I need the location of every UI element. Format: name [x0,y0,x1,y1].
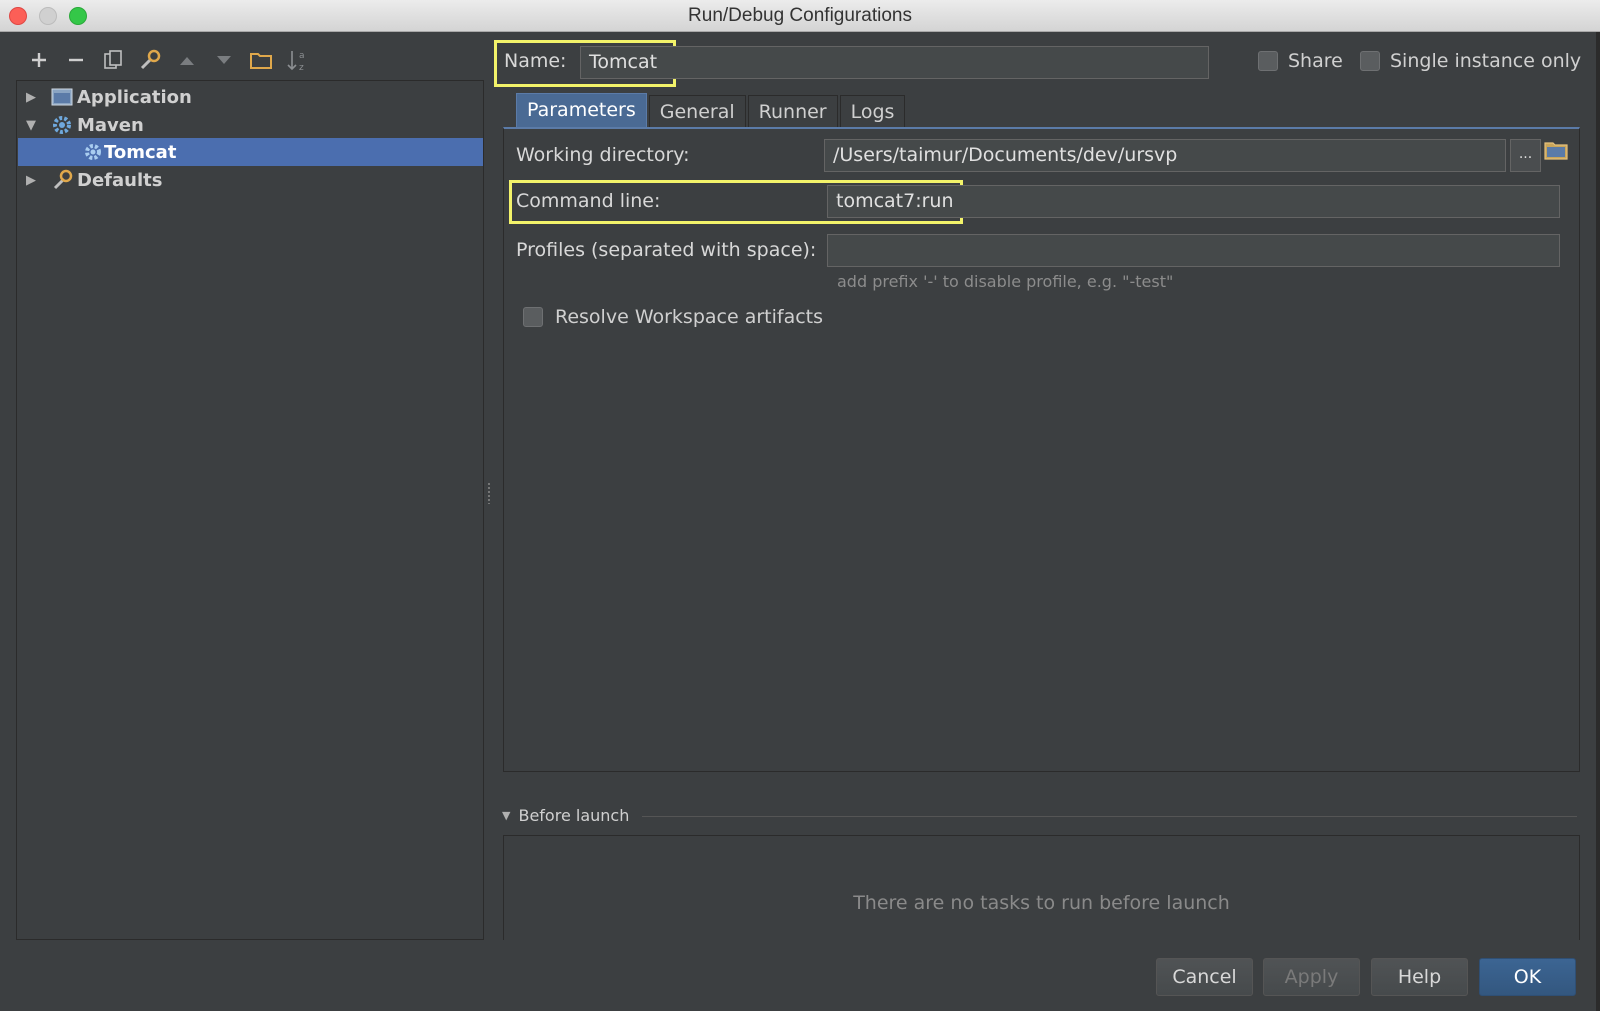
tab-logs[interactable]: Logs [839,95,906,127]
tree-item-label: Tomcat [104,141,177,163]
working-directory-label: Working directory: [516,144,690,166]
defaults-wrench-icon [51,169,73,191]
command-line-input[interactable]: tomcat7:run [827,185,1560,218]
tree-item-label: Maven [77,114,144,136]
share-checkbox[interactable]: Share [1258,50,1343,72]
config-toolbar: az [20,44,316,76]
collapse-arrow-icon[interactable]: ▼ [21,118,41,133]
profiles-label: Profiles (separated with space): [516,239,817,261]
tree-item-defaults[interactable]: ▶ Defaults [17,166,483,194]
window-title: Run/Debug Configurations [688,5,912,26]
tree-item-maven[interactable]: ▼ Maven [17,111,483,139]
move-up-icon[interactable] [168,44,205,76]
remove-icon[interactable] [57,44,94,76]
configuration-tree: ▶ Application ▼ Maven Tomcat ▶ Defaults [16,80,484,940]
help-button[interactable]: Help [1371,958,1468,996]
command-line-label: Command line: [516,190,661,212]
before-launch-label: Before launch [518,806,630,825]
expand-arrow-icon[interactable]: ▶ [21,173,41,188]
before-launch-divider [642,816,1577,817]
config-tabs: Parameters General Runner Logs [516,93,907,127]
profiles-input[interactable] [827,234,1560,267]
edit-defaults-icon[interactable] [131,44,168,76]
tree-item-tomcat[interactable]: Tomcat [18,138,483,166]
single-instance-checkbox-box[interactable] [1360,51,1380,71]
single-instance-checkbox[interactable]: Single instance only [1360,50,1581,72]
resolve-workspace-label: Resolve Workspace artifacts [555,306,824,328]
folder-icon[interactable] [242,44,279,76]
tree-item-application[interactable]: ▶ Application [17,83,483,111]
maven-gear-icon [51,114,73,136]
profiles-hint: add prefix '-' to disable profile, e.g. … [837,272,1174,291]
splitter-handle[interactable] [487,482,491,504]
expand-arrow-icon[interactable]: ▶ [21,90,41,105]
add-icon[interactable] [20,44,57,76]
share-label: Share [1288,50,1343,72]
resolve-workspace-checkbox[interactable]: Resolve Workspace artifacts [523,306,823,328]
cancel-button[interactable]: Cancel [1156,958,1253,996]
tab-parameters[interactable]: Parameters [516,93,647,127]
tree-item-label: Defaults [77,169,163,191]
folder-icon[interactable] [1544,140,1568,164]
application-icon [51,86,73,108]
apply-button[interactable]: Apply [1263,958,1360,996]
tab-general[interactable]: General [648,95,746,127]
name-label: Name: [504,50,567,72]
svg-text:z: z [299,63,304,72]
move-down-icon[interactable] [205,44,242,76]
sort-icon[interactable]: az [279,44,316,76]
before-launch-empty-text: There are no tasks to run before launch [853,892,1230,914]
before-launch-header[interactable]: ▼ Before launch [502,806,629,825]
tree-item-label: Application [77,86,192,108]
tab-runner[interactable]: Runner [747,95,838,127]
collapse-arrow-icon[interactable]: ▼ [502,809,510,822]
copy-icon[interactable] [94,44,131,76]
single-instance-label: Single instance only [1390,50,1582,72]
title-bar: Run/Debug Configurations [0,0,1600,32]
before-launch-list [503,835,1580,940]
window-edge [1596,32,1600,1011]
svg-text:a: a [299,51,305,61]
browse-button[interactable]: ... [1510,139,1541,172]
share-checkbox-box[interactable] [1258,51,1278,71]
working-directory-input[interactable]: /Users/taimur/Documents/dev/ursvp [824,139,1506,172]
name-input[interactable]: Tomcat [580,46,1209,79]
ok-button[interactable]: OK [1479,958,1576,996]
resolve-workspace-checkbox-box[interactable] [523,307,543,327]
maven-gear-icon [82,141,104,163]
